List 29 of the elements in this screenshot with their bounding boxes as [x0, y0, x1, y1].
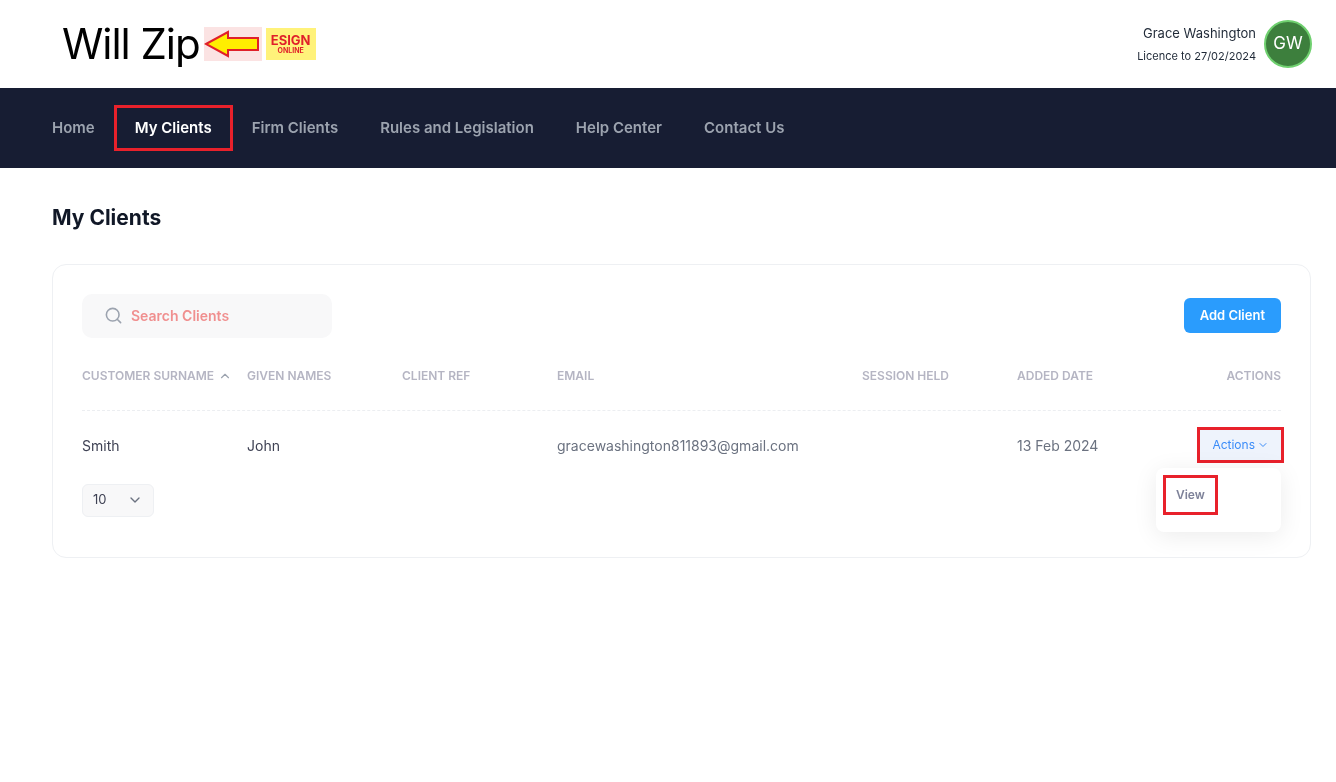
column-header[interactable]: ADDED DATE [1017, 367, 1094, 385]
search-icon [104, 305, 123, 325]
menu-item[interactable]: View [1166, 477, 1215, 512]
arrow-icon [203, 27, 262, 61]
user-name: Grace Washington [1143, 24, 1256, 43]
nav-link[interactable]: Home [52, 116, 95, 140]
nav-link[interactable]: Rules and Legislation [380, 116, 534, 140]
user-avatar[interactable]: GW [1264, 20, 1312, 68]
nav-link[interactable]: Firm Clients [251, 116, 339, 140]
logo-wordmark: Will Zip [62, 23, 200, 65]
page-size-select[interactable]: 10 [82, 483, 154, 517]
column-header[interactable]: CLIENT REF [402, 367, 471, 385]
column-header[interactable]: EMAIL [557, 367, 595, 385]
page-title: My Clients [52, 204, 163, 232]
column-header[interactable]: SESSION HELD [862, 367, 950, 385]
nav-link[interactable]: Contact Us [704, 116, 785, 140]
column-header[interactable]: ACTIONS [1226, 367, 1281, 385]
add-client-button[interactable]: Add Client [1183, 298, 1281, 333]
search-field[interactable]: Search Clients [82, 293, 332, 338]
licence-text: Licence to 27/02/2024 [1137, 47, 1256, 64]
nav-link[interactable]: Help Center [575, 116, 663, 140]
nav-link[interactable]: My Clients [116, 107, 230, 149]
table-cell: Smith [82, 436, 120, 454]
table-cell: John [247, 436, 280, 454]
table-cell: 13 Feb 2024 [1017, 436, 1099, 454]
table-cell: gracewashington811893@gmail.com [557, 436, 799, 454]
actions-button[interactable]: Actions [1200, 429, 1281, 460]
column-header[interactable]: GIVEN NAMES [247, 367, 332, 385]
column-header[interactable]: CUSTOMER SURNAME [82, 367, 233, 385]
